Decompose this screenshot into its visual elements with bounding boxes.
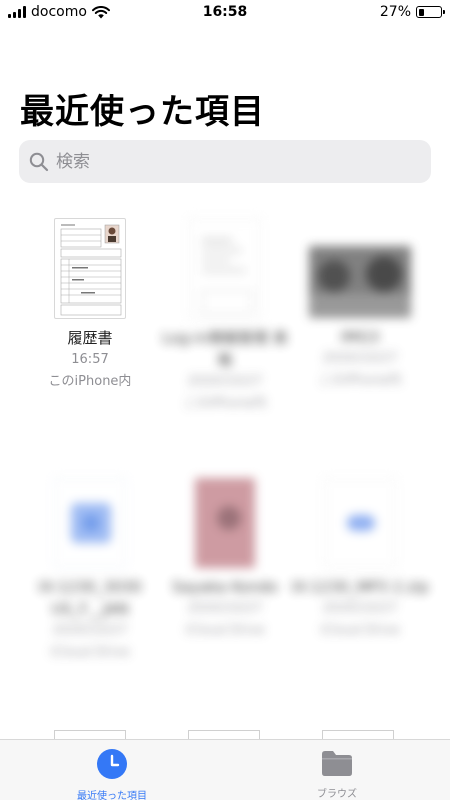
tab-browse-label: ブラウズ bbox=[317, 789, 357, 800]
file-time: 2020/10/27 bbox=[322, 351, 398, 366]
file-time: 2020/10/27 bbox=[187, 374, 263, 389]
battery-percent: 27% bbox=[379, 4, 411, 20]
document-preview-icon bbox=[201, 239, 253, 314]
file-name: IX-1230_MP3 2.zip bbox=[291, 578, 429, 596]
file-location: iCloud Drive bbox=[320, 623, 400, 638]
file-thumbnail[interactable] bbox=[54, 478, 126, 568]
file-item[interactable]: IMG3 2020/10/27 このiPhone内 bbox=[290, 218, 430, 392]
file-item[interactable]: IX-1230_MP3 2.zip 2020/10/27 iCloud Driv… bbox=[290, 478, 430, 642]
file-item[interactable]: Sayaka Kondo 2020/10/27 iCloud Drive bbox=[155, 478, 295, 642]
search-icon bbox=[29, 152, 49, 171]
battery-fill bbox=[418, 8, 425, 16]
file-item[interactable]: IX-1230_3030 US_F__JAN 2020/10/27 iCloud… bbox=[20, 478, 160, 664]
blurred-content: IX-1230_3030 US_F__JAN 2020/10/27 iCloud… bbox=[20, 478, 160, 664]
file-name: Log-in情報管理 表格 bbox=[162, 329, 288, 369]
search-input[interactable] bbox=[56, 151, 416, 172]
file-location: このiPhone内 bbox=[48, 374, 132, 389]
file-time: 16:57 bbox=[71, 352, 109, 367]
file-name: IMG3 bbox=[340, 328, 380, 346]
clock-icon bbox=[97, 749, 127, 779]
photo-preview-icon bbox=[309, 246, 411, 318]
file-location: このiPhone内 bbox=[318, 373, 402, 388]
folder-icon bbox=[322, 751, 352, 776]
file-thumbnail[interactable] bbox=[189, 218, 261, 319]
file-name: 履歴書 bbox=[67, 329, 113, 347]
tab-recents-label: 最近使った項目 bbox=[77, 791, 147, 800]
file-location: このiPhone内 bbox=[183, 396, 267, 411]
document-preview-icon bbox=[60, 224, 122, 316]
file-location: iCloud Drive bbox=[50, 645, 130, 660]
file-name: IX-1230_3030 US_F__JAN bbox=[38, 578, 142, 618]
battery-icon bbox=[416, 6, 445, 18]
archive-icon bbox=[347, 515, 375, 531]
status-bar: docomo 16:58 27% bbox=[0, 0, 450, 26]
file-thumbnail[interactable] bbox=[324, 478, 396, 568]
file-thumbnail[interactable] bbox=[195, 478, 255, 568]
file-location: iCloud Drive bbox=[185, 623, 265, 638]
file-thumbnail[interactable] bbox=[309, 246, 411, 318]
file-item[interactable]: Log-in情報管理 表格 2020/10/27 このiPhone内 bbox=[155, 218, 295, 415]
tab-bar: 最近使った項目 ブラウズ bbox=[0, 739, 450, 800]
blurred-content: IMG3 2020/10/27 このiPhone内 bbox=[290, 246, 430, 392]
page-title: 最近使った項目 bbox=[20, 92, 265, 132]
blurred-content: IX-1230_MP3 2.zip 2020/10/27 iCloud Driv… bbox=[290, 478, 430, 642]
search-bar[interactable] bbox=[19, 140, 431, 183]
tab-recents[interactable]: 最近使った項目 bbox=[52, 748, 172, 800]
file-time: 2020/10/27 bbox=[187, 601, 263, 616]
tab-browse[interactable]: ブラウズ bbox=[277, 748, 397, 800]
blurred-content: Log-in情報管理 表格 2020/10/27 このiPhone内 bbox=[155, 218, 295, 415]
document-icon bbox=[71, 503, 111, 543]
file-thumbnail[interactable] bbox=[54, 218, 126, 319]
blurred-content: Sayaka Kondo 2020/10/27 iCloud Drive bbox=[155, 478, 295, 642]
image-preview-icon bbox=[195, 478, 255, 568]
file-time: 2020/10/27 bbox=[322, 601, 398, 616]
file-name: Sayaka Kondo bbox=[172, 578, 278, 596]
status-right: 27% bbox=[379, 4, 445, 20]
file-item[interactable]: 履歴書 16:57 このiPhone内 bbox=[20, 218, 160, 393]
file-time: 2020/10/27 bbox=[52, 623, 128, 638]
